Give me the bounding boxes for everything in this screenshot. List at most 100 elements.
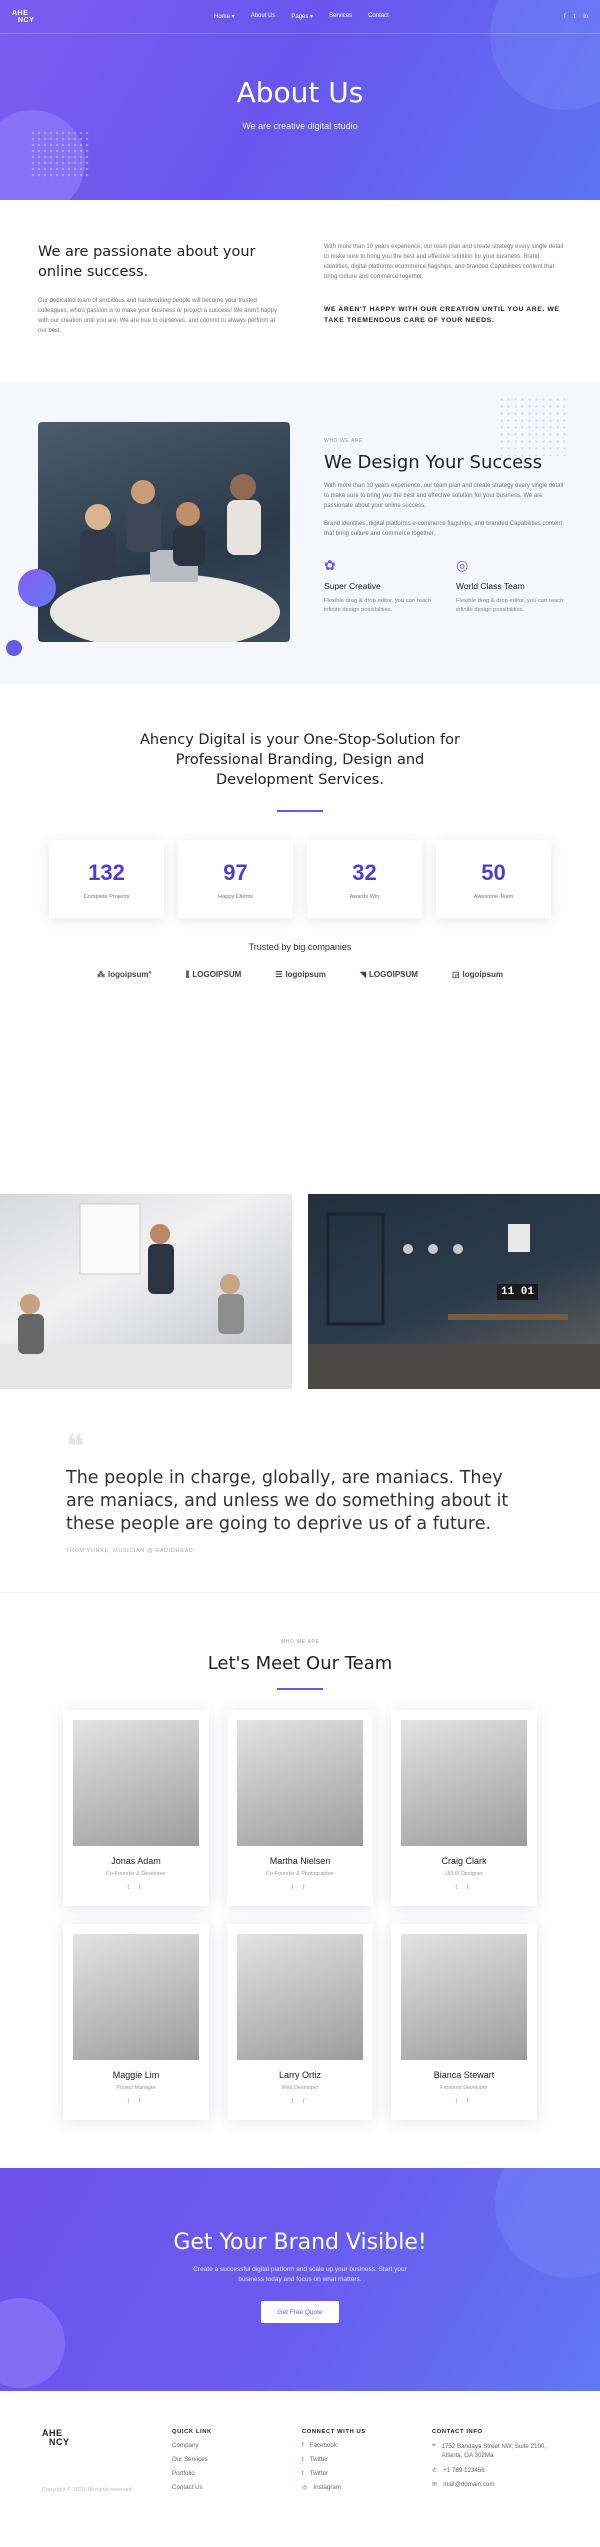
digital-clock: 11 01 bbox=[496, 1284, 538, 1300]
nav-link-about[interactable]: About Us bbox=[251, 13, 276, 20]
cta-text: Create a successful digital platform and… bbox=[193, 2266, 407, 2283]
email-text: mail@domain.com bbox=[443, 2481, 495, 2488]
footer-social-twitter[interactable]: t Twitter bbox=[302, 2470, 432, 2477]
contact-address: ⌖ 1752 Bandaya Street NW, Suite 2100, Atl… bbox=[432, 2442, 552, 2460]
logo-line: NCY bbox=[49, 2437, 70, 2447]
footer-social-instagram[interactable]: ◎ Instagram bbox=[302, 2484, 432, 2491]
feature-list: ✿ Super Creative Flexible drag & drop ed… bbox=[324, 557, 564, 615]
member-social-icons[interactable]: t f bbox=[401, 1885, 527, 1891]
member-social-icons[interactable]: t f bbox=[73, 1885, 199, 1891]
contact-email[interactable]: ✉ mail@domain.com bbox=[432, 2481, 552, 2488]
client-logo: ◥ LOGOIPSUM bbox=[360, 970, 418, 980]
design-section: WHO WE ARE We Design Your Success With m… bbox=[0, 382, 600, 684]
member-social-icons[interactable]: t f bbox=[73, 2099, 199, 2105]
site-footer: AHE NCY Copyright © 2020. All rights res… bbox=[0, 2391, 600, 2547]
team-card: Bianca Stewart Frontend Developer t f bbox=[391, 1924, 537, 2120]
onestop-heading: Ahency Digital is your One-Stop-Solution… bbox=[140, 732, 460, 788]
facebook-icon[interactable]: f bbox=[564, 14, 566, 20]
nav-link-home[interactable]: Home ▾ bbox=[214, 13, 235, 20]
stat-label: Awards Win bbox=[349, 894, 380, 900]
team-heading: Let's Meet Our Team bbox=[207, 1653, 393, 1674]
logo-text: LOGOIPSUM bbox=[369, 970, 418, 979]
logo-icon: ◲ bbox=[451, 970, 460, 979]
member-photo bbox=[73, 1934, 199, 2060]
logo-text: logoipsum bbox=[462, 970, 503, 979]
site-logo[interactable]: AHE NCY bbox=[12, 10, 52, 24]
twitter-icon: t bbox=[302, 2470, 304, 2477]
quick-links: QUICK LINK Company Our Services Portfoli… bbox=[172, 2429, 302, 2547]
member-role: Co-Founder & Photographer bbox=[265, 1871, 335, 1877]
footer-link-portfolio[interactable]: Portfolio bbox=[172, 2470, 302, 2477]
link-label: Facebook bbox=[309, 2442, 337, 2449]
stat-value: 32 bbox=[352, 860, 377, 885]
nav-link-pages[interactable]: Pages ▾ bbox=[291, 13, 313, 20]
twitter-icon[interactable]: t bbox=[574, 14, 576, 20]
linkedin-icon[interactable]: in bbox=[583, 14, 588, 20]
logo-icon: ◥ bbox=[359, 970, 367, 979]
office-desk-photo: 11 01 bbox=[308, 1194, 600, 1389]
office-meeting-photo bbox=[0, 1194, 292, 1389]
stat-card: 97 Happy Clients bbox=[178, 840, 293, 918]
nav-link-services[interactable]: Services bbox=[329, 13, 352, 20]
team-card: Craig Clark UI/UX Designer t f bbox=[391, 1710, 537, 1906]
stat-card: 132 Complete Projects bbox=[49, 840, 164, 918]
phone-icon: ✆ bbox=[432, 2467, 438, 2474]
stat-label: Complete Projects bbox=[83, 894, 130, 900]
member-role: UI/UX Designer bbox=[445, 1871, 483, 1877]
member-social-icons[interactable]: t f bbox=[237, 1885, 363, 1891]
member-name: Maggie Lim bbox=[112, 2070, 160, 2080]
logo-line: NCY bbox=[18, 16, 35, 24]
footer-link-company[interactable]: Company bbox=[172, 2442, 302, 2449]
logo-icon: ☰ bbox=[275, 970, 283, 979]
member-photo bbox=[237, 1934, 363, 2060]
nav-link-contact[interactable]: Contact bbox=[368, 13, 389, 20]
stat-card: 50 Awesome Team bbox=[436, 840, 551, 918]
meeting-illustration bbox=[0, 1203, 292, 1389]
decorative-circle bbox=[0, 2298, 65, 2388]
instagram-icon: ◎ bbox=[302, 2484, 308, 2491]
client-logo: ⫼ LOGOIPSUM bbox=[186, 970, 242, 980]
footer-column-title: CONTACT INFO bbox=[432, 2429, 483, 2435]
feature-text: Flexible drag & drop editor, you can rea… bbox=[456, 598, 564, 613]
logo-line: AHE bbox=[42, 2428, 63, 2438]
team-card: Martha Nielsen Co-Founder & Photographer t… bbox=[227, 1710, 373, 1906]
member-role: Frontend Developer bbox=[440, 2085, 488, 2091]
address-text: 1752 Bandaya Street NW, Suite 2100, Atla… bbox=[441, 2443, 547, 2459]
footer-logo[interactable]: AHE NCY bbox=[42, 2429, 82, 2447]
footer-social-facebook[interactable]: f Facebook bbox=[302, 2442, 432, 2449]
team-section: WHO WE ARE Let's Meet Our Team Jonas Ada… bbox=[0, 1593, 600, 2168]
intro-caption: WE AREN'T HAPPY WITH OUR CREATION UNTIL … bbox=[324, 306, 560, 324]
stats-section: Ahency Digital is your One-Stop-Solution… bbox=[0, 684, 600, 1194]
quote-section: ❝ The people in charge, globally, are ma… bbox=[0, 1389, 600, 1593]
stat-label: Happy Clients bbox=[218, 894, 253, 900]
member-name: Larry Ortiz bbox=[278, 2070, 321, 2080]
stat-label: Awesome Team bbox=[473, 894, 514, 900]
member-name: Martha Nielsen bbox=[269, 1856, 331, 1866]
top-navbar: AHE NCY Home ▾ About Us Pages ▾ Services… bbox=[0, 0, 600, 34]
link-label: Instagram bbox=[313, 2484, 341, 2491]
page-subtitle: We are creative digital studio bbox=[242, 121, 358, 131]
quote-icon: ❝ bbox=[66, 1427, 85, 1467]
client-logo: ☰ logoipsum bbox=[275, 970, 326, 980]
creative-icon: ✿ bbox=[324, 557, 336, 573]
member-photo bbox=[237, 1720, 363, 1846]
stats-row: 132 Complete Projects 97 Happy Clients 32 A… bbox=[0, 840, 600, 918]
footer-social-twitter[interactable]: t Twitter bbox=[302, 2456, 432, 2463]
footer-link-contact[interactable]: Contact Us bbox=[172, 2484, 302, 2491]
logo-text: logoipsum° bbox=[108, 970, 152, 979]
member-social-icons[interactable]: t f bbox=[401, 2099, 527, 2105]
stat-value: 132 bbox=[88, 860, 125, 885]
twitter-icon: t bbox=[302, 2456, 304, 2463]
link-label: Twitter bbox=[309, 2456, 328, 2463]
logo-line: AHE bbox=[12, 9, 29, 17]
design-text-2: Brand identities, digital platforms e-co… bbox=[324, 521, 563, 537]
team-card: Maggie Lim Project Manager t f bbox=[63, 1924, 209, 2120]
contact-phone[interactable]: ✆ +1 789 123456 bbox=[432, 2467, 552, 2474]
mail-icon: ✉ bbox=[432, 2481, 438, 2488]
feature-title: Super Creative bbox=[324, 581, 381, 591]
contact-info: CONTACT INFO ⌖ 1752 Bandaya Street NW, Su… bbox=[432, 2429, 552, 2547]
footer-link-services[interactable]: Our Services bbox=[172, 2456, 302, 2463]
member-social-icons[interactable]: t f bbox=[237, 2099, 363, 2105]
get-free-quote-button[interactable]: Get Free Quote bbox=[261, 2301, 339, 2323]
office-images: 11 01 bbox=[0, 1194, 600, 1389]
